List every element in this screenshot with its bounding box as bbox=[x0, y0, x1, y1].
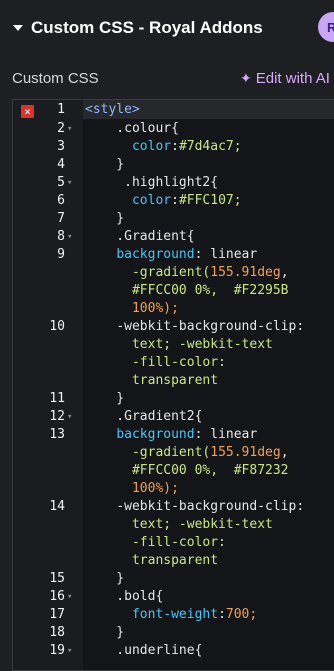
chevron-down-icon[interactable]: ▾ bbox=[67, 229, 77, 245]
code-text: background: linear bbox=[116, 247, 258, 262]
line-number: 12 bbox=[49, 409, 65, 424]
code-text: } bbox=[85, 391, 125, 406]
code-text: -webkit-background-clip: bbox=[85, 319, 304, 335]
css-value: text; -webkit-text bbox=[131, 337, 273, 352]
code-text: .colour{ bbox=[85, 121, 179, 136]
line-number: 2 bbox=[57, 121, 65, 136]
line-number: 7 bbox=[57, 211, 65, 226]
css-number: 700; bbox=[225, 607, 258, 622]
line-number: 13 bbox=[49, 427, 65, 442]
code-text: -webkit-background-clip: bbox=[85, 499, 304, 515]
css-value: transparent bbox=[131, 373, 219, 388]
code-text: color:#7d4ac7; bbox=[131, 139, 242, 154]
css-number: 155.91deg bbox=[210, 445, 281, 460]
edit-with-ai-button[interactable]: ✦ Edit with AI bbox=[240, 70, 330, 87]
code-text: transparent bbox=[85, 373, 218, 389]
code-text: } bbox=[85, 625, 125, 640]
css-value: linear bbox=[210, 247, 258, 262]
avatar[interactable]: R bbox=[318, 12, 334, 42]
code-text: .Gradient2{ bbox=[85, 409, 203, 424]
code-text: #FFCC00 0%, #F87232 bbox=[85, 463, 289, 479]
code-text: .underline{ bbox=[85, 643, 203, 658]
code-text: } bbox=[85, 157, 125, 172]
line-number: 1 bbox=[57, 102, 65, 117]
code-text: .bold{ bbox=[85, 589, 164, 604]
line-number: 17 bbox=[49, 607, 65, 622]
edit-with-ai-label: Edit with AI bbox=[255, 70, 330, 87]
code-editor[interactable]: ✕ 1 <style> 2 ▾ .colour{ 3 color:#7d4ac7… bbox=[12, 99, 334, 671]
line-number: 5 bbox=[57, 175, 65, 190]
css-punct: , bbox=[280, 265, 289, 280]
code-text: background: linear bbox=[116, 427, 258, 442]
css-value: -gradient( bbox=[131, 445, 211, 460]
custom-css-label-row: Custom CSS ✦ Edit with AI bbox=[0, 64, 334, 94]
css-property: font-weight bbox=[131, 607, 219, 622]
line-number: 6 bbox=[57, 193, 65, 208]
collapse-caret-icon[interactable] bbox=[13, 25, 23, 31]
line-number: 16 bbox=[49, 589, 65, 604]
code-text: 100%); bbox=[85, 301, 179, 317]
css-value: #FFC107; bbox=[178, 193, 242, 208]
line-number: 11 bbox=[49, 391, 65, 406]
css-number: 155.91deg bbox=[210, 265, 281, 280]
custom-css-label: Custom CSS bbox=[12, 70, 99, 87]
line-number: 19 bbox=[49, 643, 65, 658]
chevron-down-icon[interactable]: ▾ bbox=[67, 175, 77, 191]
chevron-down-icon[interactable]: ▾ bbox=[67, 643, 77, 659]
code-text: } bbox=[85, 571, 125, 586]
code-text: text; -webkit-text bbox=[85, 517, 273, 533]
code-text: 100%); bbox=[85, 481, 179, 497]
sparkle-icon: ✦ bbox=[240, 70, 252, 86]
line-number: 18 bbox=[49, 625, 65, 640]
css-value: #FFCC00 0%, bbox=[131, 463, 219, 478]
code-text: -fill-color: bbox=[85, 355, 226, 371]
css-value: transparent bbox=[131, 553, 219, 568]
code-text: <style> bbox=[85, 102, 140, 117]
css-value: -fill-color: bbox=[131, 535, 226, 550]
line-number: 15 bbox=[49, 571, 65, 586]
panel-title: Custom CSS - Royal Addons bbox=[31, 18, 263, 37]
code-text: .highlight2{ bbox=[85, 175, 219, 190]
panel-header[interactable]: Custom CSS - Royal Addons R bbox=[0, 0, 334, 58]
css-value: text; -webkit-text bbox=[131, 517, 273, 532]
css-number: 100%); bbox=[131, 481, 179, 496]
css-value: #F87232 bbox=[233, 463, 289, 478]
code-text: } bbox=[85, 211, 125, 226]
line-number: 10 bbox=[49, 319, 65, 334]
code-text: font-weight:700; bbox=[131, 607, 258, 622]
chevron-down-icon[interactable]: ▾ bbox=[67, 409, 77, 425]
code-text: text; -webkit-text bbox=[85, 337, 273, 353]
css-number: 100%); bbox=[131, 301, 179, 316]
css-value: #7d4ac7; bbox=[178, 139, 242, 154]
line-number: 3 bbox=[57, 139, 65, 154]
code-text: #FFCC00 0%, #F2295B bbox=[85, 283, 289, 299]
code-text: .Gradient{ bbox=[85, 229, 195, 244]
code-text: color:#FFC107; bbox=[131, 193, 242, 208]
code-text: transparent bbox=[85, 553, 218, 569]
css-value: #F2295B bbox=[233, 283, 289, 298]
line-number: 4 bbox=[57, 157, 65, 172]
line-number: 14 bbox=[49, 499, 65, 514]
code-text: -gradient(155.91deg, bbox=[85, 265, 289, 281]
chevron-down-icon[interactable]: ▾ bbox=[67, 589, 77, 605]
line-number: 8 bbox=[57, 229, 65, 244]
css-property: color bbox=[131, 139, 172, 154]
css-value: #FFCC00 0%, bbox=[131, 283, 219, 298]
code-text: -gradient(155.91deg, bbox=[85, 445, 289, 461]
css-punct: , bbox=[280, 445, 289, 460]
css-property: color bbox=[131, 193, 172, 208]
css-value: -fill-color: bbox=[131, 355, 226, 370]
css-property: -webkit-background-clip: bbox=[116, 319, 305, 334]
css-property: -webkit-background-clip: bbox=[116, 499, 305, 514]
chevron-down-icon[interactable]: ▾ bbox=[67, 121, 77, 137]
css-property: background bbox=[116, 247, 195, 262]
css-value: -gradient( bbox=[131, 265, 211, 280]
css-value: linear bbox=[210, 427, 258, 442]
line-number: 9 bbox=[57, 247, 65, 262]
css-property: background bbox=[116, 427, 195, 442]
code-text: -fill-color: bbox=[85, 535, 226, 551]
